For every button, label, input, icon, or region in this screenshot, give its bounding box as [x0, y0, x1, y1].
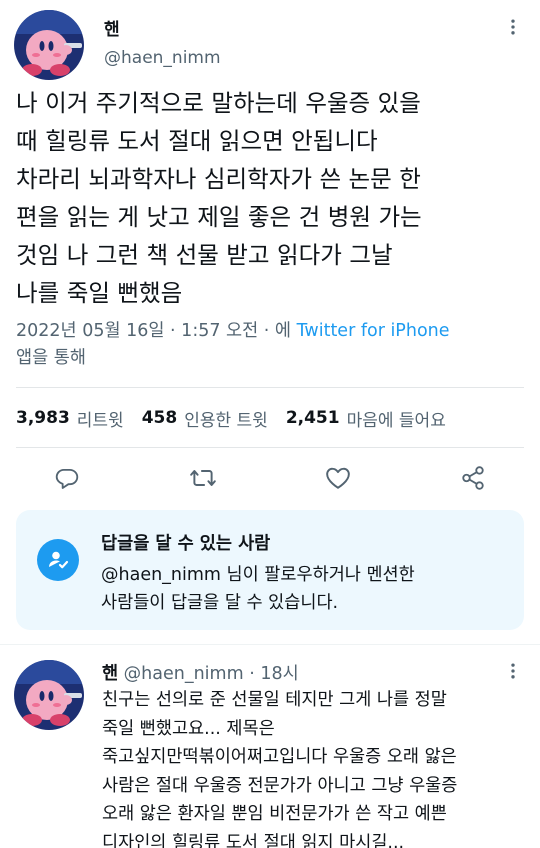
reply-restriction-line: @haen_nimm 님이 팔로우하거나 멘션한 [101, 565, 415, 585]
reply-line: 오래 앓은 환자일 뿐임 비전문가가 쓴 작고 예쁜 [102, 804, 447, 824]
mention-user-icon [37, 539, 79, 581]
source-link[interactable]: Twitter for iPhone [297, 321, 450, 341]
reply-line: 친구는 선의로 준 선물일 테지만 그게 나를 정말 [102, 690, 447, 710]
display-name[interactable]: 핸 [104, 15, 120, 40]
tweet-meta: 2022년 05월 16일 · 1:57 오전 · 에 Twitter for … [16, 318, 531, 372]
tweet-line: 것임 나 그런 책 선물 받고 읽다가 그날 [16, 241, 393, 269]
reply-line: 디자인의 힐링류 도서 절대 읽지 마시길... [102, 832, 405, 848]
likes-count: 2,451 [285, 408, 340, 428]
tweet-text: 나 이거 주기적으로 말하는데 우울증 있을 때 힐링류 도서 절대 읽으면 안… [16, 84, 531, 312]
reply-handle-time[interactable]: @haen_nimm · 18시 [118, 664, 299, 684]
avatar-image [14, 660, 84, 730]
reply-text: 친구는 선의로 준 선물일 테지만 그게 나를 정말 죽일 뻔했고요... 제목… [102, 686, 527, 848]
tweet-header: 핸 @haen_nimm [0, 0, 540, 84]
source-suffix: 앱을 통해 [16, 348, 86, 368]
divider [16, 447, 524, 448]
share-icon[interactable] [459, 464, 487, 492]
quotes-count: 458 [141, 408, 178, 428]
reply-line: 죽일 뻔했고요... 제목은 [102, 718, 275, 739]
reply-display-name[interactable]: 핸 [102, 664, 118, 684]
reply-tweet[interactable]: 핸 @haen_nimm · 18시 친구는 선의로 준 선물일 테지만 그게 … [0, 646, 540, 848]
like-icon[interactable] [324, 464, 352, 492]
reply-restriction-line: 사람들이 답글을 달 수 있습니다. [101, 593, 339, 613]
more-options-icon[interactable] [502, 660, 524, 682]
tweet-line: 편을 읽는 게 낫고 제일 좋은 건 병원 가는 [16, 203, 422, 231]
retweets-count: 3,983 [16, 408, 70, 428]
handle[interactable]: @haen_nimm [104, 48, 221, 68]
reply-line: 사람은 절대 우울증 전문가가 아니고 그냥 우울증 [102, 775, 458, 796]
more-options-icon[interactable] [502, 16, 524, 38]
tweet-line: 때 힐링류 도서 절대 읽으면 안됩니다 [16, 127, 378, 155]
tweet-line: 차라리 뇌과학자나 심리학자가 쓴 논문 한 [16, 165, 421, 193]
reply-header: 핸 @haen_nimm · 18시 [102, 660, 299, 685]
retweet-icon[interactable] [189, 464, 217, 492]
retweets-stat[interactable]: 3,983 리트윗 [16, 406, 124, 431]
reply-restriction-title: 답글을 달 수 있는 사람 [101, 534, 271, 554]
tweet-stats: 3,983 리트윗 458 인용한 트윗 2,451 마음에 들어요 [16, 404, 531, 432]
divider [16, 387, 524, 388]
avatar[interactable] [14, 10, 84, 80]
quotes-label: 인용한 트윗 [184, 410, 268, 431]
reply-line: 죽고싶지만떡볶이어쩌고입니다 우울증 오래 앓은 [102, 747, 457, 767]
reply-icon[interactable] [53, 464, 81, 492]
tweet-line: 나 이거 주기적으로 말하는데 우울증 있을 [16, 89, 421, 117]
action-bar [0, 458, 540, 498]
likes-label: 마음에 들어요 [346, 410, 446, 431]
quotes-stat[interactable]: 458 인용한 트윗 [142, 406, 268, 431]
tweet-line: 나를 죽일 뻔했음 [16, 279, 183, 307]
reply-restriction-notice: 답글을 달 수 있는 사람 @haen_nimm 님이 팔로우하거나 멘션한 사… [16, 510, 524, 630]
avatar[interactable] [14, 660, 84, 730]
reply-restriction-body: @haen_nimm 님이 팔로우하거나 멘션한 사람들이 답글을 달 수 있습… [101, 561, 511, 617]
likes-stat[interactable]: 2,451 마음에 들어요 [286, 406, 446, 431]
timestamp[interactable]: 2022년 05월 16일 · 1:57 오전 · 에 [16, 321, 297, 341]
avatar-image [14, 10, 84, 80]
section-separator [0, 644, 540, 645]
retweets-label: 리트윗 [76, 410, 124, 431]
